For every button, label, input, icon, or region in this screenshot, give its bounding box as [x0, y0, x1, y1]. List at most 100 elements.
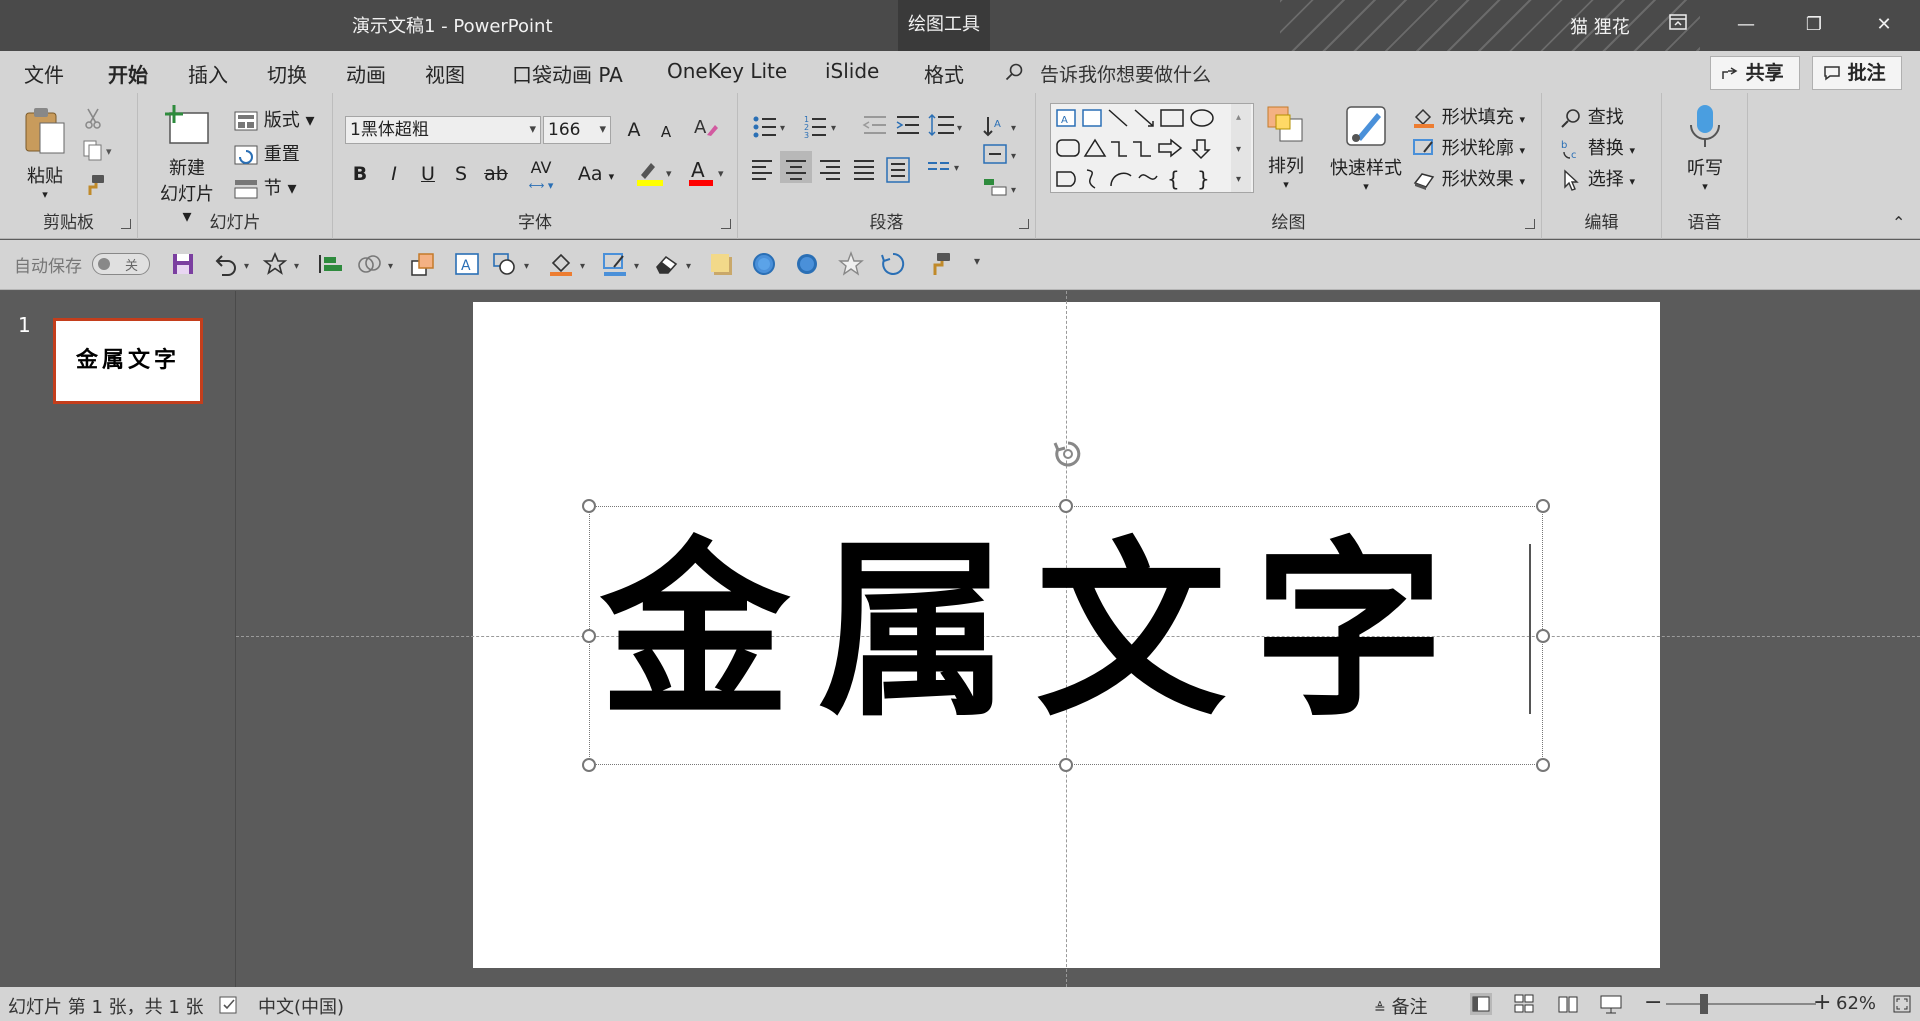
tab-pocket-animation[interactable]: 口袋动画 PA: [512, 59, 623, 88]
shape-fill-button[interactable]: 形状填充 ▾: [1412, 103, 1525, 129]
layout-button[interactable]: 版式 ▾: [234, 106, 315, 132]
share-button[interactable]: 共享: [1710, 56, 1800, 90]
notes-button[interactable]: ≜ 备注: [1374, 993, 1427, 1019]
strikethrough-button[interactable]: ab: [481, 159, 511, 189]
font-name-combobox[interactable]: 1黑体超粗: [345, 116, 541, 144]
resize-handle-top-right[interactable]: [1536, 499, 1550, 513]
shape-effects-button[interactable]: 形状效果 ▾: [1412, 165, 1525, 191]
cut-icon[interactable]: [82, 107, 104, 134]
rotation-handle-icon[interactable]: [1052, 438, 1084, 470]
star-icon[interactable]: ▾: [262, 251, 306, 277]
clipboard-launcher-icon[interactable]: [121, 219, 131, 229]
font-color-icon[interactable]: A ▾: [685, 157, 729, 187]
tab-onekey-lite[interactable]: OneKey Lite: [667, 59, 787, 83]
paragraph-launcher-icon[interactable]: [1019, 219, 1029, 229]
highlight-color-icon[interactable]: ▾: [633, 157, 677, 187]
fill-color-icon[interactable]: ▾: [548, 251, 592, 277]
customize-qat-icon[interactable]: ▾: [974, 254, 980, 268]
circle-outline-icon[interactable]: [751, 251, 777, 277]
zoom-slider-track[interactable]: [1666, 1003, 1816, 1005]
bring-forward-icon[interactable]: [410, 251, 436, 277]
quick-styles-button[interactable]: 快速样式 ▾: [1324, 103, 1408, 193]
grow-font-button[interactable]: A: [619, 115, 649, 145]
italic-button[interactable]: I: [379, 159, 409, 189]
text-shadow-button[interactable]: S: [446, 159, 476, 189]
merge-shapes-icon[interactable]: ▾: [356, 251, 400, 277]
save-icon[interactable]: [170, 251, 196, 277]
arrange-button[interactable]: 排列 ▾: [1258, 103, 1314, 191]
autosave-toggle[interactable]: 关: [92, 253, 150, 275]
tab-home[interactable]: 开始: [108, 59, 148, 97]
resize-handle-top[interactable]: [1059, 499, 1073, 513]
copy-icon[interactable]: ▾: [82, 139, 114, 166]
resize-handle-bottom-right[interactable]: [1536, 758, 1550, 772]
resize-handle-bottom[interactable]: [1059, 758, 1073, 772]
resize-handle-bottom-left[interactable]: [582, 758, 596, 772]
character-spacing-button[interactable]: AV ⟷ ▾: [519, 153, 563, 191]
tab-insert[interactable]: 插入: [188, 59, 228, 88]
section-button[interactable]: 节 ▾: [234, 174, 297, 200]
zoom-in-button[interactable]: +: [1813, 990, 1831, 1015]
reading-view-icon[interactable]: [1557, 994, 1579, 1014]
drawing-tools-context-tab[interactable]: 绘图工具: [898, 0, 990, 51]
resize-handle-top-left[interactable]: [582, 499, 596, 513]
normal-view-icon[interactable]: [1470, 993, 1492, 1015]
language-status[interactable]: 中文(中国): [258, 993, 344, 1019]
ribbon-display-icon[interactable]: [1650, 0, 1706, 51]
eraser-icon[interactable]: ▾: [654, 251, 698, 277]
rotate-icon[interactable]: [880, 251, 906, 277]
shadow-square-icon[interactable]: [708, 251, 734, 277]
select-button[interactable]: 选择 ▾: [1560, 165, 1635, 191]
spell-check-icon[interactable]: [218, 995, 240, 1015]
star-outline-icon[interactable]: [838, 251, 864, 277]
resize-handle-left[interactable]: [582, 629, 596, 643]
change-case-button[interactable]: Aa ▾: [571, 159, 621, 189]
clear-formatting-icon[interactable]: A: [691, 115, 721, 145]
paste-button[interactable]: 粘贴 ▾: [14, 105, 76, 201]
zoom-out-button[interactable]: −: [1644, 990, 1662, 1015]
collapse-ribbon-icon[interactable]: ⌃: [1892, 213, 1905, 232]
tab-format[interactable]: 格式: [924, 59, 964, 88]
fit-to-window-icon[interactable]: [1892, 994, 1912, 1014]
undo-icon[interactable]: ▾: [212, 251, 256, 277]
circle-filled-icon[interactable]: [794, 251, 820, 277]
paragraph-tools[interactable]: ▾ 123▾ ▾ ▾ A ▾ ▾ ▾: [750, 113, 1030, 213]
zoom-level[interactable]: 62%: [1836, 993, 1876, 1014]
dictate-button[interactable]: 听写 ▾: [1672, 103, 1738, 193]
tab-islide[interactable]: iSlide: [825, 59, 879, 83]
find-button[interactable]: 查找: [1560, 103, 1624, 129]
tab-animations[interactable]: 动画: [346, 59, 386, 88]
close-button[interactable]: ✕: [1856, 0, 1912, 51]
minimize-button[interactable]: —: [1718, 0, 1774, 51]
slideshow-icon[interactable]: [1600, 994, 1622, 1014]
replace-button[interactable]: bc 替换 ▾: [1560, 134, 1635, 160]
insert-shape-icon[interactable]: ▾: [492, 251, 536, 277]
underline-button[interactable]: U: [413, 159, 443, 189]
shapes-gallery[interactable]: A { } ▴ ▾ ▾: [1050, 103, 1254, 193]
text-box-icon[interactable]: A: [454, 251, 480, 277]
format-painter-icon[interactable]: [82, 173, 106, 202]
user-name[interactable]: 猫 狸花: [1570, 13, 1630, 39]
align-objects-icon[interactable]: [318, 251, 344, 277]
slide-text[interactable]: 金属文字: [600, 527, 1530, 737]
bold-button[interactable]: B: [345, 159, 375, 189]
reset-button[interactable]: 重置: [234, 140, 300, 166]
comments-button[interactable]: 批注: [1812, 56, 1902, 90]
shape-outline-button[interactable]: 形状轮廓 ▾: [1412, 134, 1525, 160]
slide-thumbnail[interactable]: 金属文字: [53, 318, 203, 404]
tab-view[interactable]: 视图: [425, 59, 465, 88]
resize-handle-right[interactable]: [1536, 629, 1550, 643]
format-painter-qat-icon[interactable]: [926, 251, 952, 277]
restore-button[interactable]: ❐: [1786, 0, 1842, 51]
zoom-slider-thumb[interactable]: [1700, 994, 1708, 1014]
text-box[interactable]: 金属文字: [589, 506, 1543, 765]
tell-me-input[interactable]: 告诉我你想要做什么: [1040, 60, 1211, 87]
slide-sorter-icon[interactable]: [1514, 994, 1534, 1014]
font-size-combobox[interactable]: 166: [543, 116, 611, 144]
tab-file[interactable]: 文件: [24, 59, 64, 88]
drawing-launcher-icon[interactable]: [1525, 219, 1535, 229]
shrink-font-button[interactable]: A: [651, 117, 681, 147]
outline-color-icon[interactable]: ▾: [602, 251, 646, 277]
tab-transitions[interactable]: 切换: [267, 59, 307, 88]
font-launcher-icon[interactable]: [721, 219, 731, 229]
